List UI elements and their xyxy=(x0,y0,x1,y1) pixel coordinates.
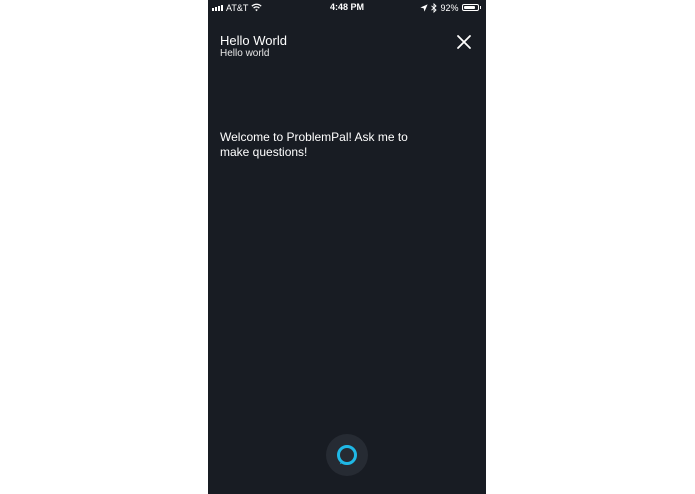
battery-nub xyxy=(479,6,481,9)
page-title: Hello World xyxy=(220,33,287,48)
battery-percent: 92% xyxy=(440,2,459,13)
alexa-ring-icon xyxy=(337,445,357,465)
status-bar: AT&T 4:48 PM 92% xyxy=(208,0,486,16)
page-subtitle: Hello world xyxy=(220,48,270,59)
battery-fill xyxy=(463,6,476,9)
close-icon xyxy=(457,35,471,49)
app-screen: AT&T 4:48 PM 92% Hello World Hello world xyxy=(208,0,486,494)
bluetooth-icon xyxy=(431,2,438,13)
welcome-message: Welcome to ProblemPal! Ask me to make qu… xyxy=(220,130,408,159)
header: Hello World Hello world xyxy=(220,33,287,60)
battery-icon xyxy=(461,4,479,11)
alexa-button[interactable] xyxy=(326,434,368,476)
close-button[interactable] xyxy=(455,33,473,51)
status-right: 92% xyxy=(420,2,481,13)
location-icon xyxy=(420,3,429,12)
